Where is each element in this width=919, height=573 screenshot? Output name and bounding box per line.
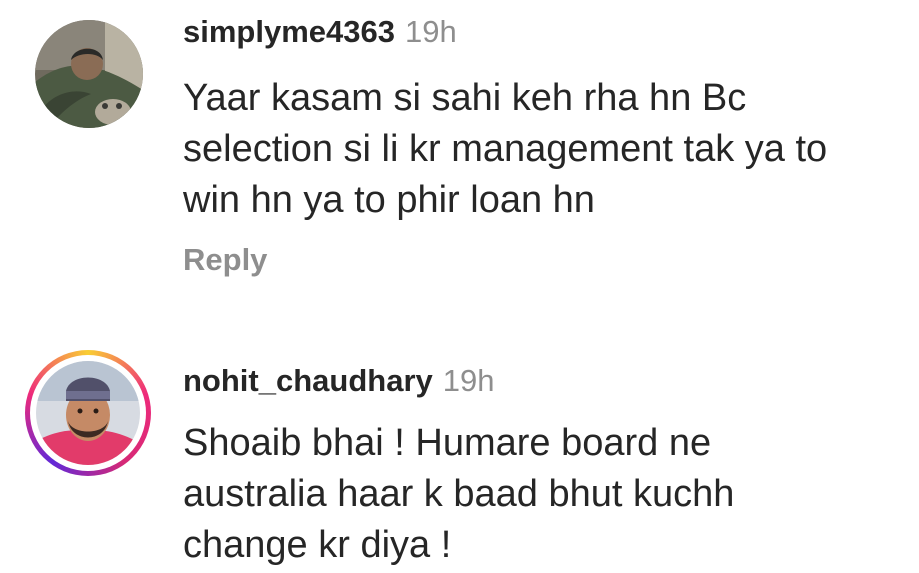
- comment-line: selection si li kr management tak ya to: [183, 128, 828, 170]
- username[interactable]: nohit_chaudhary: [183, 363, 433, 398]
- comment-line: australia haar k baad bhut kuchh: [183, 473, 735, 515]
- comment-line: win hn ya to phir loan hn: [183, 179, 595, 221]
- comment-line: Yaar kasam si sahi keh rha hn Bc: [183, 77, 747, 119]
- comment-text: Yaar kasam si sahi keh rha hn Bc selecti…: [183, 73, 827, 226]
- avatar[interactable]: [35, 20, 143, 128]
- comment-text: Shoaib bhai ! Humare board ne australia …: [183, 418, 734, 571]
- username[interactable]: simplyme4363: [183, 14, 395, 49]
- timestamp: 19h: [404, 14, 457, 49]
- comment-line: change kr diya !: [183, 524, 452, 566]
- reply-button[interactable]: Reply: [183, 242, 267, 278]
- comment-line: Shoaib bhai ! Humare board ne: [183, 422, 712, 464]
- timestamp: 19h: [442, 363, 495, 398]
- comment-item: nohit_chaudhary 19h Shoaib bhai ! Humare …: [0, 340, 919, 573]
- comment-header: simplyme4363 19h: [183, 14, 457, 50]
- comment-header: nohit_chaudhary 19h: [183, 363, 495, 399]
- comment-item: simplyme4363 19h Yaar kasam si sahi keh r…: [0, 0, 919, 300]
- avatar[interactable]: [36, 361, 140, 465]
